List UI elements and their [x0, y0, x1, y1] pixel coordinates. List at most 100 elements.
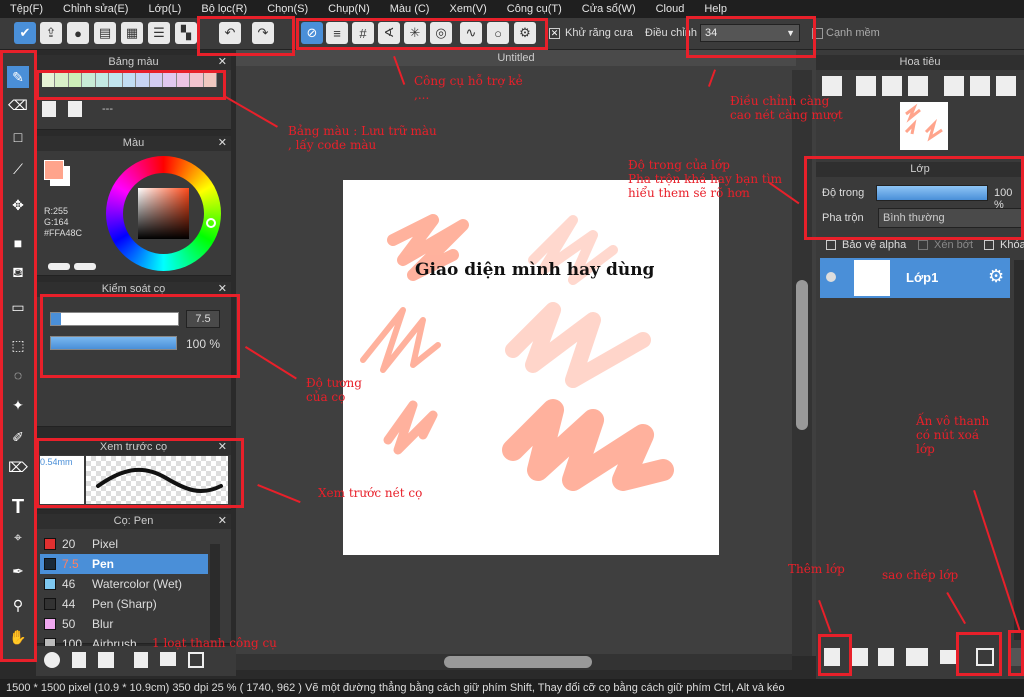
fill-rect-icon[interactable]: ■ [7, 232, 29, 254]
brush-item[interactable]: 46 Watercolor (Wet) [40, 574, 208, 594]
hue-handle[interactable] [206, 218, 216, 228]
palette-swatch[interactable] [122, 73, 137, 87]
palette-swatch[interactable] [190, 73, 204, 87]
menu-edit[interactable]: Chỉnh sửa(E) [53, 3, 138, 15]
hue-wheel[interactable] [106, 156, 221, 271]
visibility-icon[interactable] [826, 272, 836, 282]
adjust-select[interactable]: 34 ▼ [700, 24, 800, 42]
add-1bit-layer-icon[interactable] [878, 648, 894, 666]
add-layer-menu-icon[interactable] [906, 648, 928, 666]
rectangle-icon[interactable]: □ [7, 126, 29, 148]
close-icon[interactable]: ✕ [218, 136, 227, 149]
horizontal-scrollbar[interactable] [236, 654, 792, 670]
menu-color[interactable]: Màu (C) [380, 3, 440, 15]
add-8bit-layer-icon[interactable] [852, 648, 868, 666]
palette-swatch[interactable] [42, 73, 56, 87]
layer-row[interactable]: Lớp1 ⚙ [820, 258, 1010, 298]
close-icon[interactable]: ✕ [218, 55, 227, 68]
new-brush-icon[interactable] [72, 652, 86, 668]
menu-layer[interactable]: Lớp(L) [138, 3, 191, 15]
comment-icon[interactable]: ▤ [94, 22, 116, 44]
palette-swatch[interactable] [149, 73, 164, 87]
palette-swatch[interactable] [203, 73, 218, 87]
brush-tool-icon[interactable]: ✎ [7, 66, 29, 88]
grid-icon[interactable]: ▚ [175, 22, 197, 44]
brush-opacity-slider[interactable] [50, 336, 177, 350]
cloud-check-icon[interactable]: ✔ [14, 22, 36, 44]
palette-swatch[interactable] [82, 73, 96, 87]
line-icon[interactable]: ⟋ [7, 158, 29, 180]
brush-list-scrollbar[interactable] [210, 544, 220, 640]
document-tab[interactable]: Untitled [236, 50, 796, 66]
share-icon[interactable]: ⇪ [40, 22, 62, 44]
radial-icon[interactable]: ✳ [404, 22, 426, 44]
select-pen-icon[interactable]: ✐ [7, 426, 29, 448]
brush-item[interactable]: 44 Pen (Sharp) [40, 594, 208, 614]
layer-scrollbar[interactable] [1014, 260, 1024, 640]
blend-select[interactable]: Bình thường [878, 208, 1024, 228]
brush-item[interactable]: 20 Pixel [40, 534, 208, 554]
trash-icon[interactable] [68, 101, 82, 117]
menu-help[interactable]: Help [694, 3, 737, 15]
antialias-checkbox[interactable]: ✕ [549, 28, 560, 39]
no-snap-icon[interactable]: ⊘ [301, 22, 323, 44]
menu-capture[interactable]: Chụp(N) [318, 3, 380, 15]
close-icon[interactable]: ✕ [218, 282, 227, 295]
delete-layer-icon[interactable] [1010, 648, 1024, 666]
soft-edge-checkbox[interactable] [812, 28, 823, 39]
document-icon[interactable]: ▦ [121, 22, 143, 44]
menu-tools[interactable]: Công cụ(T) [497, 3, 572, 15]
brush-settings-icon[interactable] [134, 652, 148, 668]
select-eraser-icon[interactable]: ⌦ [7, 456, 29, 478]
folder-icon[interactable] [160, 652, 176, 666]
menu-window[interactable]: Cửa sổ(W) [572, 3, 646, 15]
menu-file[interactable]: Tệp(F) [0, 3, 53, 15]
palette-swatch[interactable] [68, 73, 83, 87]
protect-alpha-checkbox[interactable] [826, 240, 836, 250]
palette-swatch[interactable] [55, 73, 69, 87]
gear-icon[interactable]: ⚙ [514, 22, 536, 44]
lock-checkbox[interactable] [984, 240, 994, 250]
reset-view-icon[interactable] [996, 76, 1016, 96]
lasso-icon[interactable]: ◌ [7, 364, 29, 386]
pen-icon[interactable]: ✒ [7, 560, 29, 582]
brush-size-value[interactable]: 7.5 [186, 310, 220, 328]
text-icon[interactable]: T [7, 496, 29, 518]
zoom-in-icon[interactable] [822, 76, 842, 96]
copy-layer-icon[interactable] [976, 648, 994, 666]
close-icon[interactable]: ✕ [218, 514, 227, 527]
brush-item[interactable]: 7.5 Pen [40, 554, 208, 574]
gear-icon[interactable]: ⚙ [988, 266, 1004, 287]
palette-swatch[interactable] [176, 73, 191, 87]
divide-icon[interactable]: ⌖ [7, 526, 29, 548]
eyedropper-icon[interactable]: ⚲ [7, 594, 29, 616]
close-icon[interactable]: ✕ [218, 440, 227, 453]
layer-folder-icon[interactable] [940, 650, 956, 664]
palette-swatch[interactable] [136, 73, 150, 87]
move-icon[interactable]: ✥ [7, 194, 29, 216]
hand-icon[interactable]: ✋ [7, 626, 29, 648]
add-layer-icon[interactable] [824, 648, 840, 666]
perspective-icon[interactable]: ∢ [378, 22, 400, 44]
navigator-thumbnail[interactable] [900, 102, 948, 150]
select-rect-icon[interactable]: ⬚ [7, 334, 29, 356]
grid-ruler-icon[interactable]: # [352, 22, 374, 44]
menu-select[interactable]: Chọn(S) [257, 3, 318, 15]
palette-swatch[interactable] [163, 73, 177, 87]
concentric-icon[interactable]: ◎ [430, 22, 452, 44]
layer-opacity-slider[interactable] [876, 185, 988, 201]
bucket-icon[interactable]: ⛾ [7, 262, 29, 284]
menu-view[interactable]: Xem(V) [439, 3, 496, 15]
circle-icon[interactable]: ○ [487, 22, 509, 44]
cloud-icon[interactable] [44, 652, 60, 668]
curve-icon[interactable]: ∿ [460, 22, 482, 44]
menu-filter[interactable]: Bộ lọc(R) [191, 3, 257, 15]
parallel-ruler-icon[interactable]: ≡ [326, 22, 348, 44]
eraser-icon[interactable]: ⌫ [7, 94, 29, 116]
swap-color-button[interactable] [48, 263, 70, 270]
magic-wand-icon[interactable]: ✦ [7, 394, 29, 416]
menu-cloud[interactable]: Cloud [646, 3, 695, 15]
fullscreen-icon[interactable] [970, 76, 990, 96]
undo-icon[interactable]: ↶ [219, 22, 241, 44]
redo-icon[interactable]: ↷ [252, 22, 274, 44]
